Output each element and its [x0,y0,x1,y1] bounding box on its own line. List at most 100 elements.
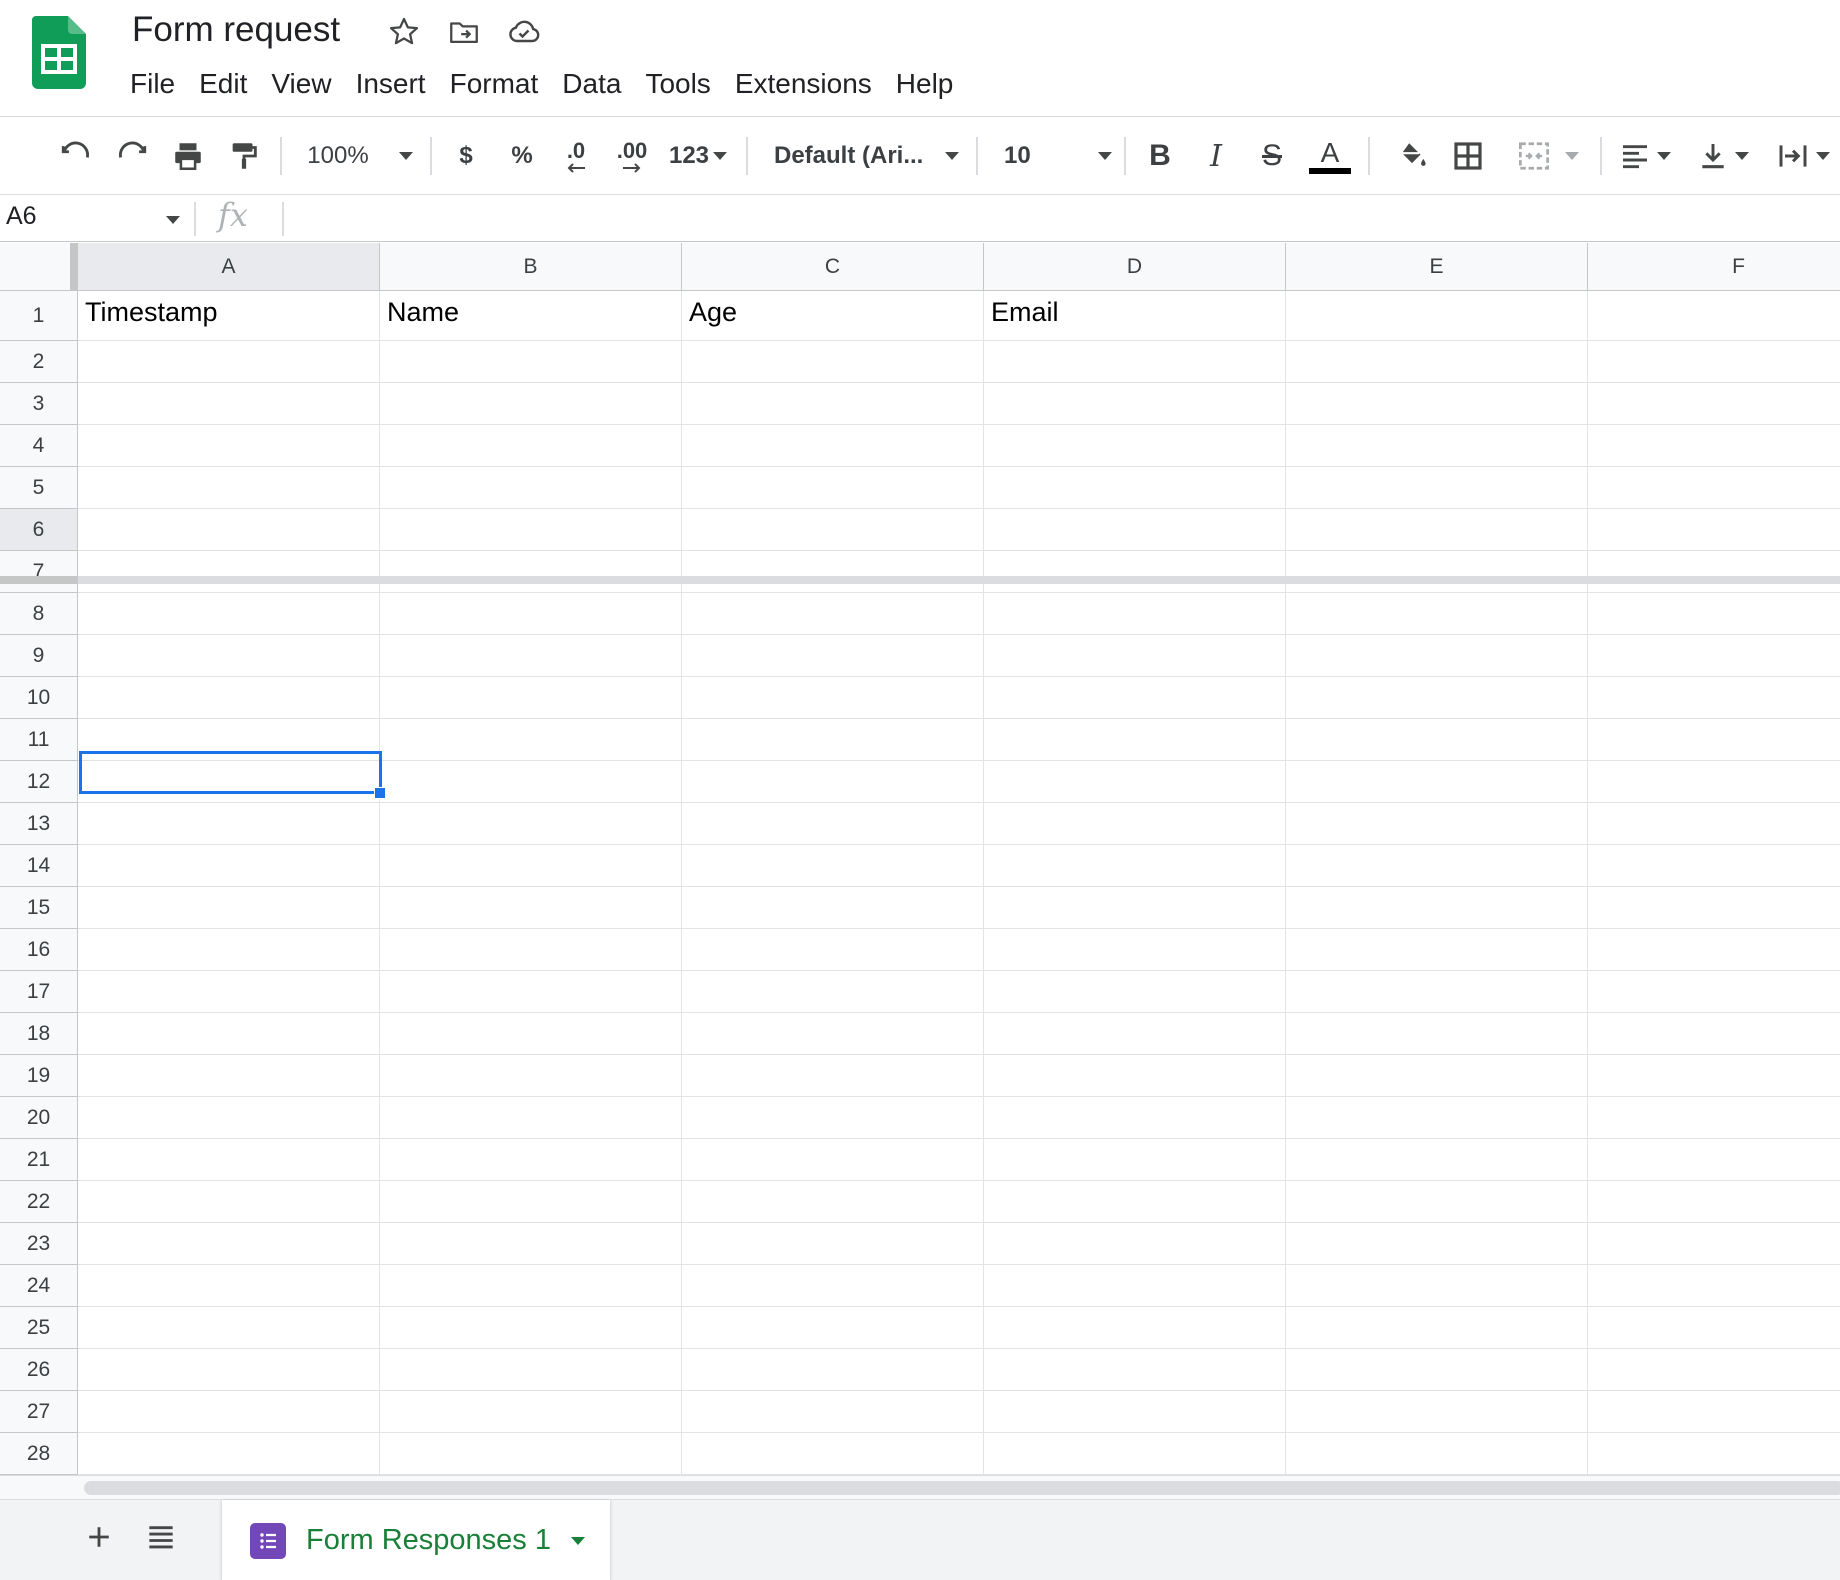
cell-f7[interactable] [1588,551,1840,593]
cell-e21[interactable] [1286,1139,1588,1181]
cell-d23[interactable] [984,1223,1286,1265]
bold-button[interactable]: B [1140,133,1180,179]
cell-e11[interactable] [1286,719,1588,761]
cell-f13[interactable] [1588,803,1840,845]
horizontal-align-icon[interactable] [1614,133,1676,179]
row-header[interactable]: 3 [0,383,78,425]
cell-a16[interactable] [78,929,380,971]
menu-help[interactable]: Help [884,62,966,106]
row-header[interactable]: 24 [0,1265,78,1307]
row-header[interactable]: 28 [0,1433,78,1475]
cell-a19[interactable] [78,1055,380,1097]
cell-e15[interactable] [1286,887,1588,929]
cell-d5[interactable] [984,467,1286,509]
print-icon[interactable] [164,133,212,179]
cell-b19[interactable] [380,1055,682,1097]
cell-f12[interactable] [1588,761,1840,803]
cell-a21[interactable] [78,1139,380,1181]
name-box[interactable]: A6 [6,202,37,231]
cell-b23[interactable] [380,1223,682,1265]
cell-b17[interactable] [380,971,682,1013]
chevron-down-icon[interactable] [166,216,180,224]
cell-f28[interactable] [1588,1433,1840,1475]
row-header[interactable]: 4 [0,425,78,467]
cell-f2[interactable] [1588,341,1840,383]
cell-a4[interactable] [78,425,380,467]
cell-a6[interactable] [78,509,380,551]
cell-c22[interactable] [682,1181,984,1223]
cell-a17[interactable] [78,971,380,1013]
cell-f9[interactable] [1588,635,1840,677]
cell-d27[interactable] [984,1391,1286,1433]
row-header[interactable]: 1 [0,291,78,341]
cell-f22[interactable] [1588,1181,1840,1223]
cell-e16[interactable] [1286,929,1588,971]
cell-d8[interactable] [984,593,1286,635]
cell-c14[interactable] [682,845,984,887]
cell-c1[interactable]: Age [682,291,984,341]
chevron-down-icon[interactable] [571,1536,585,1545]
cell-f1[interactable] [1588,291,1840,341]
cell-b8[interactable] [380,593,682,635]
cell-d25[interactable] [984,1307,1286,1349]
cell-f23[interactable] [1588,1223,1840,1265]
cell-d24[interactable] [984,1265,1286,1307]
cell-a8[interactable] [78,593,380,635]
menu-view[interactable]: View [259,62,343,106]
row-header[interactable]: 26 [0,1349,78,1391]
cell-b2[interactable] [380,341,682,383]
text-color-button[interactable]: A [1308,133,1352,179]
menu-insert[interactable]: Insert [344,62,438,106]
cell-b4[interactable] [380,425,682,467]
row-header[interactable]: 16 [0,929,78,971]
menu-edit[interactable]: Edit [187,62,259,106]
fill-color-icon[interactable] [1388,133,1436,179]
cell-d6[interactable] [984,509,1286,551]
row-header[interactable]: 22 [0,1181,78,1223]
cell-c4[interactable] [682,425,984,467]
row-header[interactable]: 12 [0,761,78,803]
cell-d16[interactable] [984,929,1286,971]
cell-c18[interactable] [682,1013,984,1055]
cell-f15[interactable] [1588,887,1840,929]
cell-d1[interactable]: Email [984,291,1286,341]
cell-b18[interactable] [380,1013,682,1055]
cell-b5[interactable] [380,467,682,509]
cell-c2[interactable] [682,341,984,383]
select-all-corner[interactable] [0,243,78,291]
cell-c27[interactable] [682,1391,984,1433]
cell-f3[interactable] [1588,383,1840,425]
cell-c5[interactable] [682,467,984,509]
cell-a25[interactable] [78,1307,380,1349]
cell-b10[interactable] [380,677,682,719]
column-header-c[interactable]: C [682,243,984,291]
cell-b28[interactable] [380,1433,682,1475]
cell-e26[interactable] [1286,1349,1588,1391]
column-header-e[interactable]: E [1286,243,1588,291]
cell-f21[interactable] [1588,1139,1840,1181]
cell-c24[interactable] [682,1265,984,1307]
cell-b1[interactable]: Name [380,291,682,341]
cell-f26[interactable] [1588,1349,1840,1391]
cell-e25[interactable] [1286,1307,1588,1349]
cell-e13[interactable] [1286,803,1588,845]
cell-c9[interactable] [682,635,984,677]
horizontal-scrollbar[interactable] [0,1475,1840,1499]
merge-cells-icon[interactable] [1506,133,1590,179]
cell-d7[interactable] [984,551,1286,593]
cell-e9[interactable] [1286,635,1588,677]
cell-b3[interactable] [380,383,682,425]
cell-a26[interactable] [78,1349,380,1391]
cell-a13[interactable] [78,803,380,845]
text-wrap-icon[interactable] [1770,133,1836,179]
cell-f18[interactable] [1588,1013,1840,1055]
fill-handle[interactable] [374,787,386,799]
menu-tools[interactable]: Tools [633,62,722,106]
cell-c3[interactable] [682,383,984,425]
cell-d22[interactable] [984,1181,1286,1223]
cell-c7[interactable] [682,551,984,593]
cell-e5[interactable] [1286,467,1588,509]
menu-extensions[interactable]: Extensions [723,62,884,106]
add-sheet-button[interactable] [76,1514,122,1560]
cell-d2[interactable] [984,341,1286,383]
